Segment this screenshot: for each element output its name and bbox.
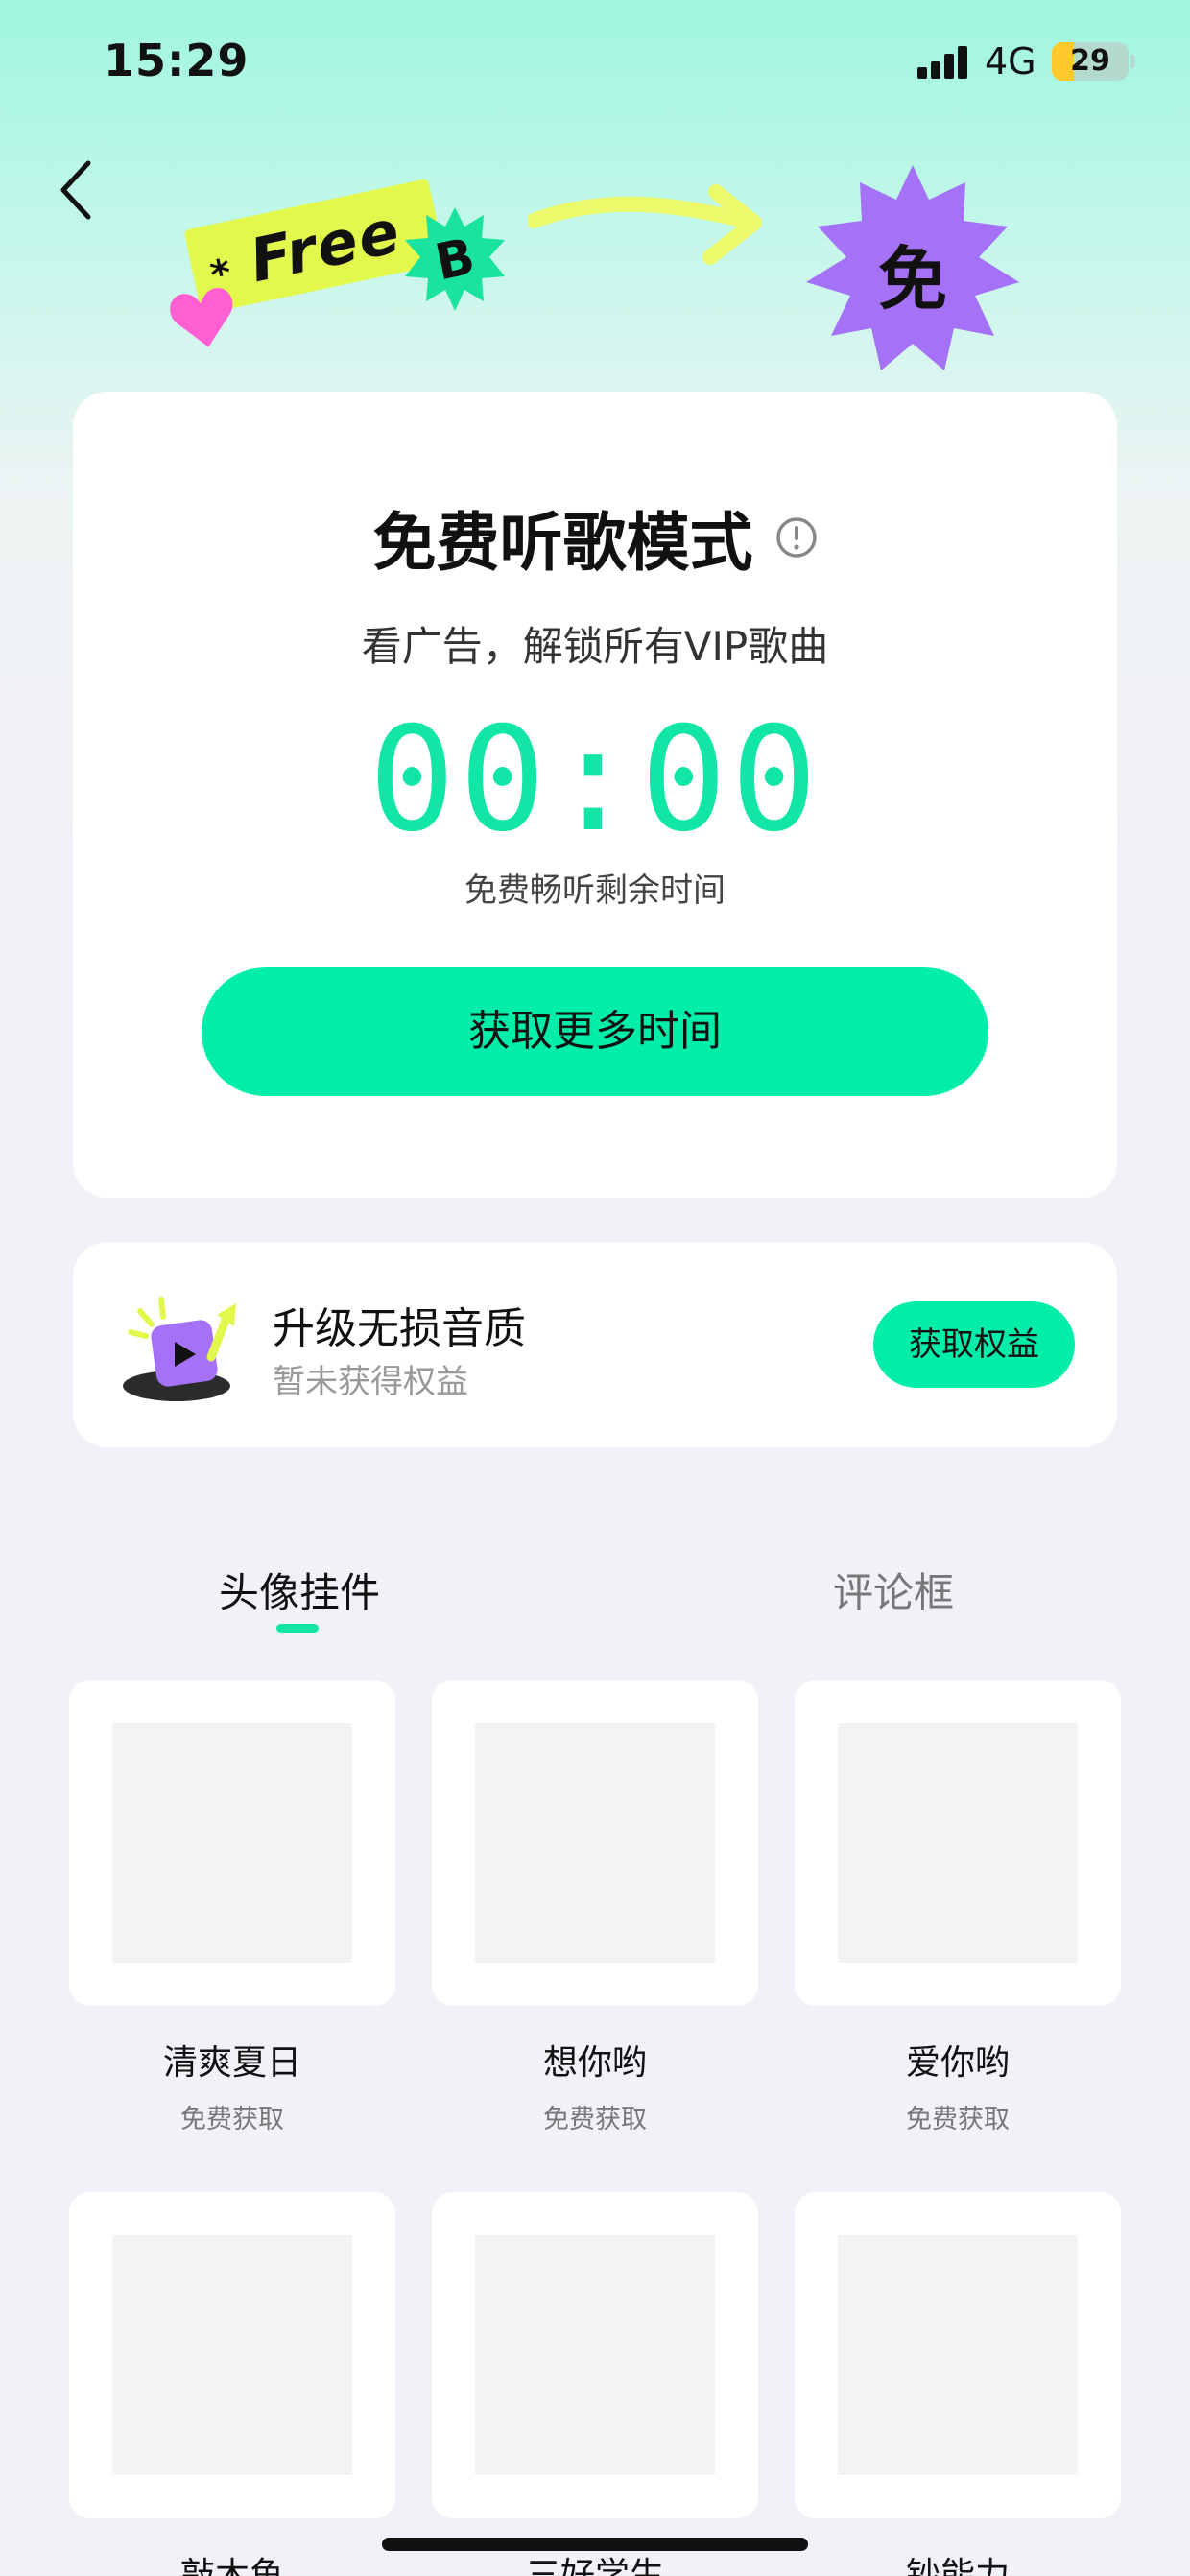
lossless-quality-card: 升级无损音质 暂未获得权益 获取权益 bbox=[73, 1242, 1117, 1447]
battery-tip bbox=[1130, 55, 1135, 68]
mode-title: 免费听歌模式 bbox=[372, 506, 753, 580]
item-thumbnail bbox=[112, 2235, 352, 2475]
lossless-title: 升级无损音质 bbox=[273, 1304, 526, 1353]
grid-item[interactable]: 钞能力 bbox=[795, 2192, 1121, 2576]
item-subtitle: 免费获取 bbox=[906, 2105, 1010, 2135]
network-type: 4G bbox=[985, 40, 1036, 83]
mode-subtitle: 看广告，解锁所有VIP歌曲 bbox=[361, 623, 829, 670]
get-more-time-button[interactable]: 获取更多时间 bbox=[202, 967, 988, 1096]
item-name: 爱你哟 bbox=[905, 2043, 1010, 2083]
item-thumbnail bbox=[475, 1723, 715, 1963]
mian-burst-icon: 免 bbox=[806, 165, 1019, 370]
status-time: 15:29 bbox=[104, 35, 250, 86]
get-benefit-button[interactable]: 获取权益 bbox=[873, 1301, 1075, 1388]
item-card bbox=[795, 1680, 1121, 2006]
arrow-icon bbox=[528, 184, 762, 265]
item-name: 敲木鱼 bbox=[179, 2556, 284, 2576]
grid-item[interactable]: 敲木鱼 bbox=[69, 2192, 395, 2576]
mian-glyph: 免 bbox=[878, 239, 947, 320]
battery-level: 29 bbox=[1070, 44, 1110, 78]
play-upgrade-icon bbox=[123, 1297, 236, 1401]
status-bar: 15:29 4G 29 bbox=[0, 0, 1190, 125]
grid-item[interactable]: 想你哟 免费获取 bbox=[432, 1680, 758, 2135]
item-card bbox=[795, 2192, 1121, 2518]
free-tag-text: Free bbox=[244, 196, 408, 297]
item-name: 想你哟 bbox=[542, 2043, 647, 2083]
free-mode-card: 免费听歌模式 看广告，解锁所有VIP歌曲 00:00 免费畅听剩余时间 获取更多… bbox=[73, 392, 1117, 1198]
item-thumbnail bbox=[838, 2235, 1078, 2475]
item-name: 钞能力 bbox=[905, 2556, 1010, 2576]
item-name: 三好学生 bbox=[525, 2556, 664, 2576]
grid-item[interactable]: 清爽夏日 免费获取 bbox=[69, 1680, 395, 2135]
home-indicator[interactable] bbox=[382, 2538, 808, 2551]
chevron-left-icon bbox=[60, 160, 91, 220]
item-thumbnail bbox=[838, 1723, 1078, 1963]
heart-icon bbox=[170, 288, 233, 347]
signal-icon bbox=[917, 44, 969, 79]
item-card bbox=[69, 2192, 395, 2518]
item-thumbnail bbox=[112, 1723, 352, 1963]
item-card bbox=[432, 2192, 758, 2518]
badge-burst-icon: B bbox=[405, 207, 505, 311]
timer-caption: 免费畅听剩余时间 bbox=[464, 871, 726, 910]
item-card bbox=[432, 1680, 758, 2006]
item-subtitle: 免费获取 bbox=[180, 2105, 284, 2135]
grid-item[interactable]: 爱你哟 免费获取 bbox=[795, 1680, 1121, 2135]
back-button[interactable] bbox=[48, 154, 106, 227]
remaining-timer: 00:00 bbox=[369, 697, 821, 864]
item-thumbnail bbox=[475, 2235, 715, 2475]
item-name: 清爽夏日 bbox=[162, 2043, 301, 2083]
tab-comment-frame[interactable]: 评论框 bbox=[833, 1561, 954, 1619]
battery-icon: 29 bbox=[1052, 42, 1129, 81]
tab-avatar-pendant[interactable]: 头像挂件 bbox=[219, 1561, 380, 1619]
item-subtitle: 免费获取 bbox=[543, 2105, 647, 2135]
info-icon[interactable] bbox=[775, 516, 818, 559]
tab-active-indicator bbox=[276, 1624, 319, 1633]
mode-title-row: 免费听歌模式 bbox=[73, 491, 1117, 584]
lossless-status: 暂未获得权益 bbox=[273, 1363, 468, 1401]
item-card bbox=[69, 1680, 395, 2006]
grid-item[interactable]: 三好学生 bbox=[432, 2192, 758, 2576]
